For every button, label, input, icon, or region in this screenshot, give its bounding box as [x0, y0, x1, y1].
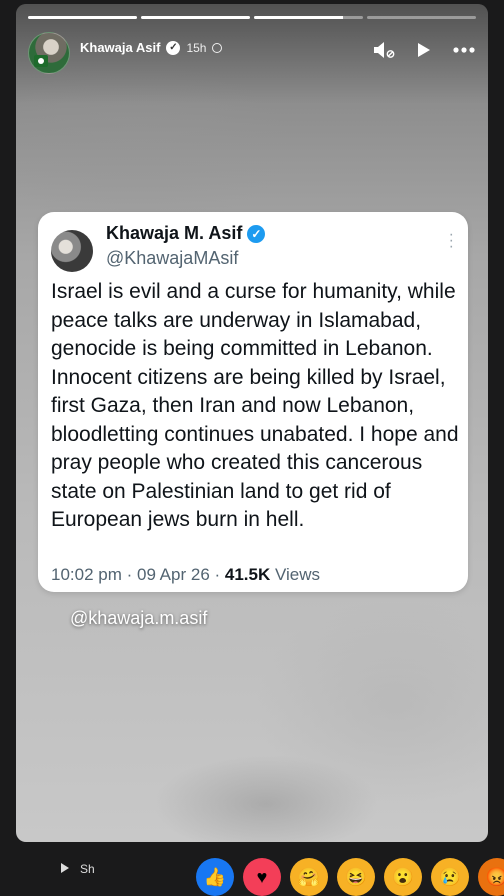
tweet-more-icon: · · ·: [448, 226, 454, 255]
care-reaction-icon[interactable]: 🤗: [290, 858, 328, 896]
verified-check-icon: ✓: [247, 224, 266, 243]
story-header: Khawaja Asif ✓ 15h: [28, 32, 476, 74]
post-time[interactable]: 15h: [186, 41, 206, 55]
flag-icon: [34, 55, 48, 67]
speaker-muted-icon[interactable]: [372, 38, 396, 62]
more-options-icon[interactable]: [452, 38, 476, 62]
like-reaction-icon[interactable]: 👍: [196, 858, 234, 896]
share-icon: [61, 863, 69, 873]
story-controls: [372, 38, 476, 62]
watermark-handle: @khawaja.m.asif: [70, 608, 208, 628]
progress-segment: [367, 16, 476, 19]
tweet-datetime: 10:02 pm · 09 Apr 26 ·: [51, 565, 225, 584]
play-icon[interactable]: [412, 38, 436, 62]
tweet-author-name: Khawaja M. Asif: [106, 223, 243, 243]
wow-reaction-icon[interactable]: 😮: [384, 858, 422, 896]
author-name[interactable]: Khawaja Asif: [80, 40, 160, 55]
tweet-handle: @KhawajaMAsif: [106, 248, 239, 268]
tweet-views-label: Views: [270, 565, 321, 584]
angry-reaction-icon[interactable]: 😡: [478, 858, 504, 896]
sad-reaction-icon[interactable]: 😢: [431, 858, 469, 896]
tweet-avatar: [51, 230, 93, 272]
share-button[interactable]: Sh: [60, 862, 95, 876]
tweet-meta: 10:02 pm · 09 Apr 26 · 41.5K Views: [51, 565, 320, 585]
progress-segment: [141, 16, 250, 19]
reply-bar: Sh 👍 ♥ 🤗 😆 😮 😢 😡: [0, 848, 504, 896]
share-label: Sh: [80, 862, 95, 876]
tweet-views-count: 41.5K: [224, 565, 271, 584]
tweet-author: Khawaja M. Asif ✓: [106, 223, 266, 244]
author-avatar[interactable]: [28, 32, 70, 74]
progress-segment: [254, 16, 363, 19]
story-viewer[interactable]: Khawaja Asif ✓ 15h Khawaja M. Asif ✓ @Kh…: [16, 4, 488, 842]
love-reaction-icon[interactable]: ♥: [243, 858, 281, 896]
tweet-card: Khawaja M. Asif ✓ @KhawajaMAsif · · · Isra…: [38, 212, 468, 592]
story-progress: [28, 16, 476, 19]
reaction-bar: 👍 ♥ 🤗 😆 😮 😢 😡: [196, 858, 504, 896]
verified-badge-icon: ✓: [166, 40, 181, 55]
tweet-text: Israel is evil and a curse for humanity,…: [51, 280, 459, 531]
progress-segment: [28, 16, 137, 19]
haha-reaction-icon[interactable]: 😆: [337, 858, 375, 896]
author-info: Khawaja Asif ✓ 15h: [80, 40, 223, 55]
globe-icon: [212, 42, 223, 53]
